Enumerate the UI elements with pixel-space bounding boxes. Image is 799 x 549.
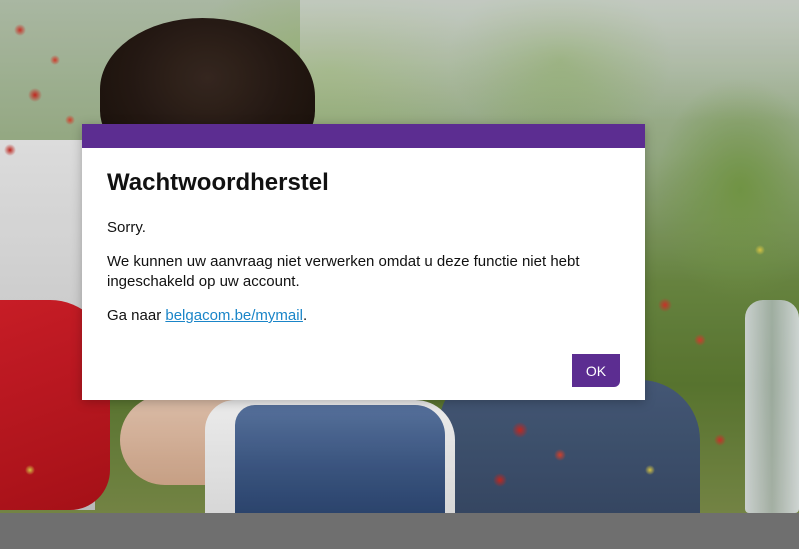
dialog-message: We kunnen uw aanvraag niet verwerken omd… xyxy=(107,253,580,290)
ok-button[interactable]: OK xyxy=(572,354,620,387)
goto-suffix: . xyxy=(302,307,308,324)
screen: Wachtwoordherstel Sorry. We kunnen uw aa… xyxy=(0,0,799,549)
goto-prefix: Ga naar xyxy=(107,307,166,324)
password-reset-dialog: Wachtwoordherstel Sorry. We kunnen uw aa… xyxy=(82,124,645,400)
mymail-link[interactable]: belgacom.be/mymail xyxy=(165,307,303,324)
dialog-sorry-text: Sorry. xyxy=(107,219,146,236)
dialog-title: Wachtwoordherstel xyxy=(107,169,329,196)
dialog-goto-line: Ga naar belgacom.be/mymail. xyxy=(107,306,620,326)
bottom-strip xyxy=(0,513,799,549)
dialog-body: Wachtwoordherstel Sorry. We kunnen uw aa… xyxy=(82,148,645,326)
dialog-header-bar xyxy=(82,124,645,148)
